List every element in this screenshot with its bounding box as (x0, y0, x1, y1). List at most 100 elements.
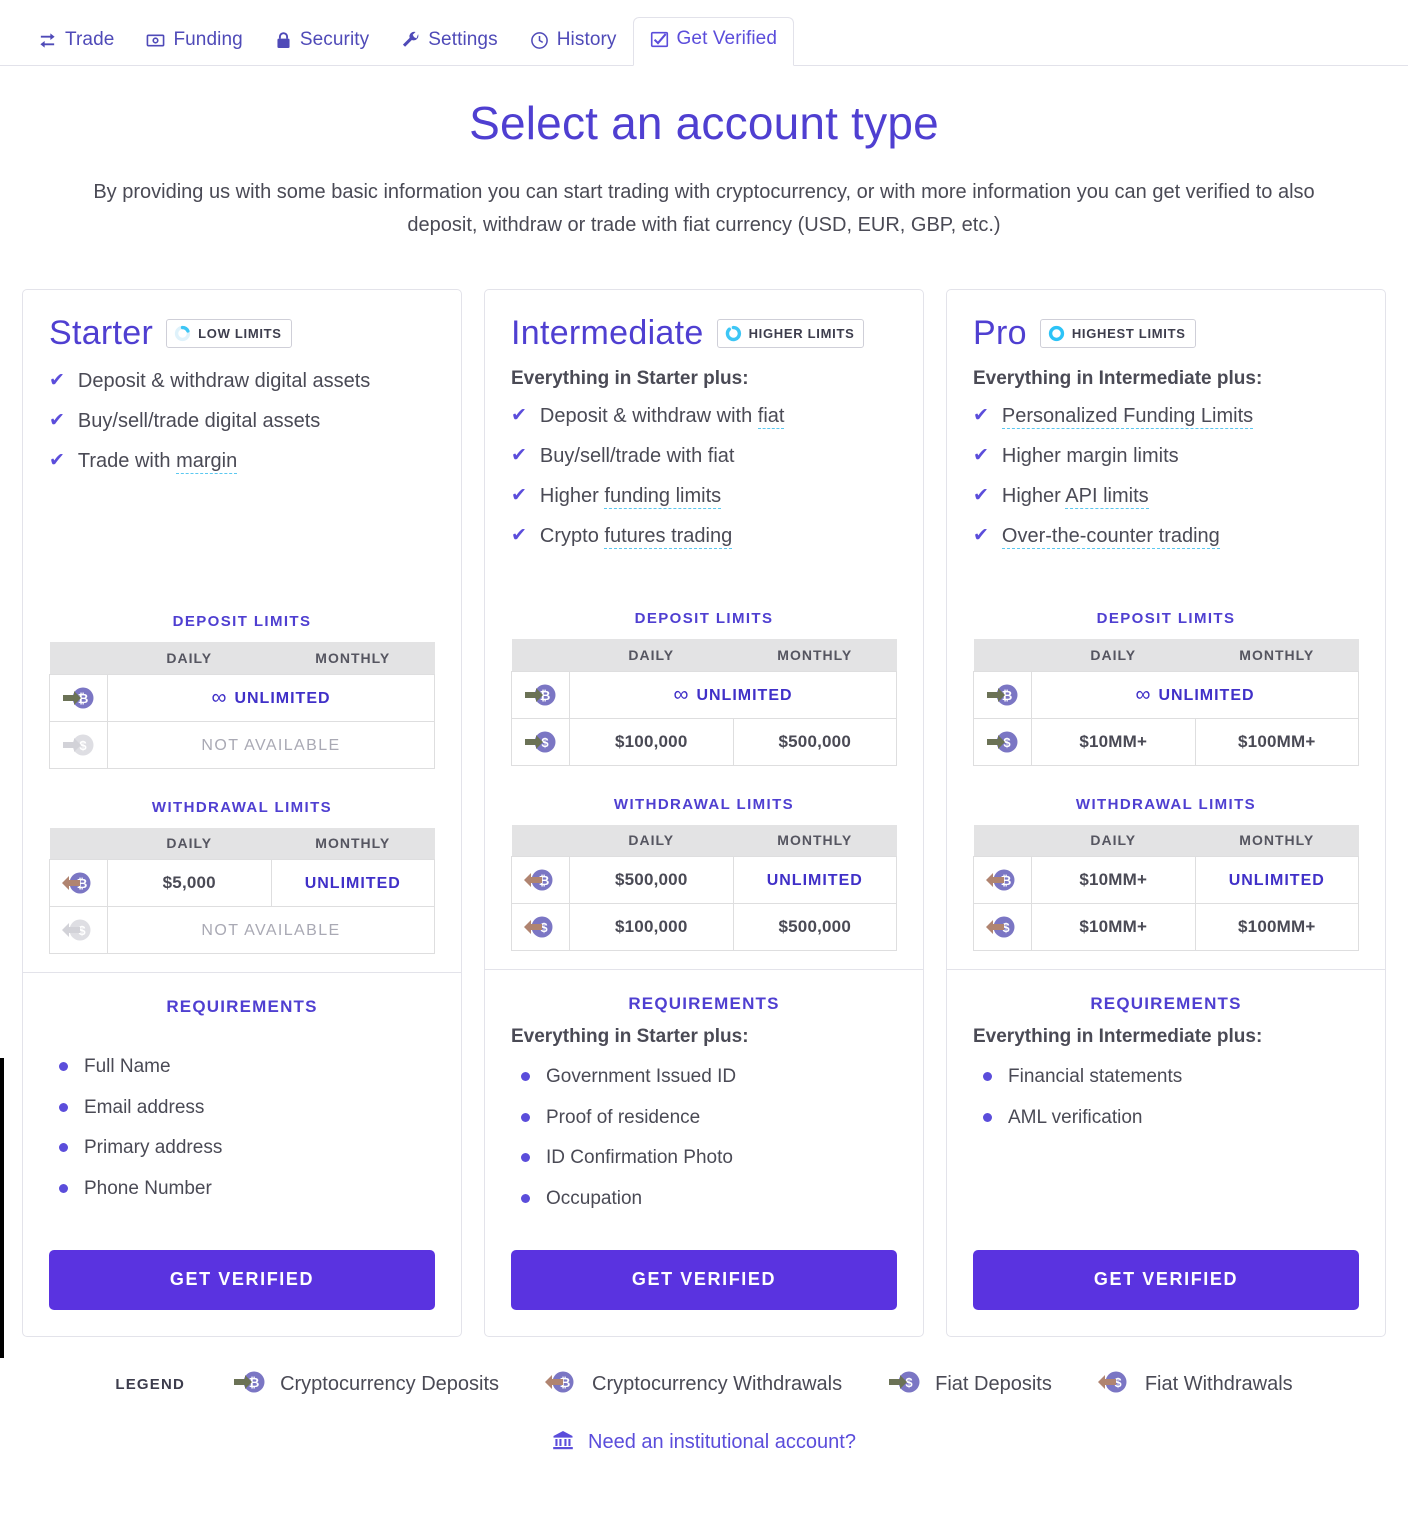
limit-value: $10MM+ (1031, 903, 1196, 951)
feature-link[interactable]: API limits (1065, 485, 1149, 509)
feature-link[interactable]: Personalized Funding Limits (1001, 405, 1254, 429)
legend-label: LEGEND (115, 1376, 186, 1394)
limit-value: $100,000 (569, 903, 734, 951)
feature-text: Higher (1001, 485, 1066, 507)
feature-link[interactable]: futures trading (604, 525, 733, 549)
limit-value: $5,000 (107, 859, 272, 907)
feature-text: Buy/sell/trade with fiat (539, 445, 735, 467)
feature-text: Trade with (77, 450, 177, 472)
deposit-limits-title: DEPOSIT LIMITS (172, 613, 312, 630)
withdrawal-limits-title: WITHDRAWAL LIMITS (613, 795, 795, 813)
feature-item: ✔ Over-the-counter trading (973, 523, 1359, 550)
withdrawal-limits-title: WITHDRAWAL LIMITS (151, 798, 333, 816)
feature-text: Crypto (539, 525, 605, 547)
institutional-account-link[interactable]: Need an institutional account? (0, 1429, 1408, 1457)
tab-trade[interactable]: Trade (22, 19, 130, 65)
limit-value: $100,000 (569, 717, 734, 766)
limit-cell: ∞ UNLIMITED (1031, 670, 1359, 719)
get-verified-button[interactable]: GET VERIFIED (973, 1249, 1359, 1310)
requirements-section: REQUIREMENTS Everything in Starter plus:… (485, 969, 923, 1336)
badge-label: HIGHEST LIMITS (1071, 325, 1186, 341)
daily-header: DAILY (569, 824, 733, 857)
table-row: $ $100,000 $500,000 (511, 903, 897, 951)
check-icon: ✔ (49, 370, 65, 391)
feature-item: ✔ Deposit & withdraw digital assets (49, 368, 435, 395)
deposit-limits-table: DAILY MONTHLY ₿ ∞ UNLIMITED $ (49, 642, 435, 769)
list-item: Occupation (511, 1187, 897, 1212)
legend-text: Cryptocurrency Withdrawals (592, 1373, 843, 1396)
fiat-withdraw-icon: $ (1096, 1369, 1134, 1401)
limit-cell: NOT AVAILABLE (107, 906, 435, 954)
tab-security[interactable]: Security (259, 19, 385, 65)
check-icon: ✔ (973, 445, 989, 466)
limit-value: UNLIMITED (1228, 872, 1325, 889)
tier-header: Intermediate HIGHER LIMITS (511, 316, 897, 350)
limit-value: $500,000 (732, 717, 897, 766)
list-item: Proof of residence (511, 1106, 897, 1131)
table-row: $ $10MM+ $100MM+ (973, 903, 1359, 951)
tab-history[interactable]: History (514, 19, 633, 65)
get-verified-button[interactable]: GET VERIFIED (511, 1249, 897, 1310)
tab-label: Trade (65, 29, 115, 50)
table-row: ₿ ∞ UNLIMITED (973, 670, 1359, 719)
svg-text:$: $ (905, 1375, 913, 1390)
table-row: ₿ $5,000 UNLIMITED (49, 859, 435, 907)
feature-link[interactable]: Over-the-counter trading (1001, 525, 1220, 549)
legend-text: Fiat Withdrawals (1144, 1373, 1293, 1396)
crypto-withdraw-icon: ₿ (49, 859, 108, 907)
tab-settings[interactable]: Settings (385, 19, 513, 65)
table-row: $ $100,000 $500,000 (511, 717, 897, 766)
plus-line: Everything in Starter plus: (511, 1026, 749, 1047)
feature-item: ✔ Buy/sell/trade with fiat (511, 443, 897, 470)
tab-label: History (556, 29, 617, 50)
tab-funding[interactable]: Funding (130, 19, 258, 65)
bullet-icon (521, 1153, 530, 1163)
feature-item: ✔ Trade with margin (49, 448, 435, 475)
feature-item: ✔ Higher funding limits (511, 483, 897, 510)
table-row: $ NOT AVAILABLE (49, 906, 435, 954)
requirements-spacer (49, 1029, 435, 1051)
cta-wrapper: GET VERIFIED (973, 1228, 1359, 1310)
infinity-symbol: ∞ (673, 682, 690, 706)
list-item: Primary address (49, 1136, 435, 1161)
monthly-header: MONTHLY (1195, 824, 1359, 857)
requirement-text: Phone Number (84, 1178, 212, 1200)
badge-label: HIGHER LIMITS (748, 325, 855, 341)
wrench-icon (401, 31, 420, 50)
requirements-title: REQUIREMENTS (166, 997, 318, 1016)
tier-header: Starter LOW LIMITS (49, 316, 435, 350)
tier-name: Intermediate (511, 314, 704, 352)
list-item: Full Name (49, 1055, 435, 1080)
limits-badge: HIGHEST LIMITS (1039, 318, 1196, 348)
exchange-icon (38, 31, 57, 50)
page-edge-marker (0, 1058, 4, 1358)
feature-link[interactable]: margin (176, 450, 238, 474)
monthly-header: MONTHLY (733, 639, 897, 671)
card-top-section: Starter LOW LIMITS ✔ Deposit & withdraw … (23, 290, 461, 972)
icon-column-header (973, 639, 1032, 671)
fiat-deposit-icon: $ (886, 1369, 924, 1401)
feature-list: ✔ Deposit & withdraw with fiat ✔ Buy/sel… (511, 403, 897, 550)
requirement-text: AML verification (1008, 1106, 1143, 1128)
table-row: ₿ ∞ UNLIMITED (49, 673, 435, 722)
main-tab-bar: Trade Funding Security Settings History … (0, 0, 1408, 66)
limit-value: UNLIMITED (696, 686, 793, 704)
limit-value: UNLIMITED (304, 875, 401, 892)
tab-get-verified[interactable]: Get Verified (632, 17, 795, 66)
check-icon: ✔ (973, 405, 989, 426)
feature-item: ✔ Higher margin limits (973, 443, 1359, 470)
feature-link[interactable]: funding limits (604, 485, 722, 509)
feature-text: Deposit & withdraw with (539, 405, 758, 427)
get-verified-button[interactable]: GET VERIFIED (49, 1249, 435, 1310)
fiat-deposit-disabled-icon: $ (49, 720, 108, 769)
limit-cell: NOT AVAILABLE (107, 720, 435, 769)
feature-link[interactable]: fiat (757, 405, 785, 429)
daily-header: DAILY (107, 827, 271, 860)
infinity-symbol: ∞ (1135, 682, 1152, 706)
limit-cell: ∞ UNLIMITED (569, 670, 897, 719)
limit-cell: ∞ UNLIMITED (107, 673, 435, 722)
icon-column-header (973, 824, 1032, 857)
tier-name: Pro (973, 314, 1027, 352)
deposit-limits-title: DEPOSIT LIMITS (1096, 610, 1236, 627)
feature-list: ✔ Personalized Funding Limits ✔ Higher m… (973, 403, 1359, 550)
